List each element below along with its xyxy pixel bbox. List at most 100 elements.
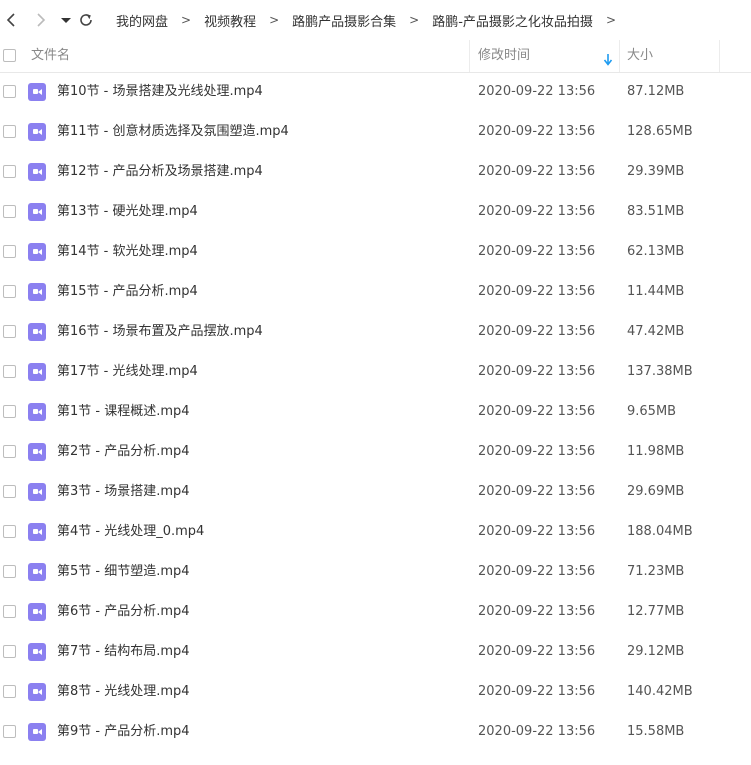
breadcrumb-item[interactable]: 路鹏-产品摄影之化妆品拍摄 [432, 11, 593, 30]
file-size: 62.13MB [627, 244, 685, 259]
file-row[interactable]: 第13节 - 硬光处理.mp4 2020-09-22 13:56 83.51MB [0, 192, 751, 232]
row-checkbox[interactable] [3, 85, 16, 98]
file-list-header: 文件名 修改时间 大小 [0, 40, 751, 73]
row-checkbox[interactable] [3, 165, 16, 178]
file-size: 83.51MB [627, 204, 685, 219]
row-checkbox[interactable] [3, 685, 16, 698]
file-row[interactable]: 第16节 - 场景布置及产品摆放.mp4 2020-09-22 13:56 47.4… [0, 312, 751, 352]
column-divider[interactable] [619, 40, 620, 72]
refresh-icon [76, 10, 96, 30]
file-row[interactable]: 第9节 - 产品分析.mp4 2020-09-22 13:56 15.58MB [0, 712, 751, 752]
file-modified: 2020-09-22 13:56 [478, 604, 596, 619]
select-all-checkbox[interactable] [3, 49, 16, 62]
column-header-size[interactable]: 大小 [627, 40, 653, 72]
column-divider[interactable] [719, 40, 720, 72]
video-file-icon [28, 203, 46, 221]
row-checkbox[interactable] [3, 605, 16, 618]
row-checkbox[interactable] [3, 565, 16, 578]
file-size: 11.98MB [627, 444, 685, 459]
file-name[interactable]: 第1节 - 课程概述.mp4 [57, 392, 190, 432]
file-name[interactable]: 第6节 - 产品分析.mp4 [57, 592, 190, 632]
file-size: 47.42MB [627, 324, 685, 339]
file-row[interactable]: 第2节 - 产品分析.mp4 2020-09-22 13:56 11.98MB [0, 432, 751, 472]
file-modified: 2020-09-22 13:56 [478, 164, 596, 179]
column-header-modified[interactable]: 修改时间 [478, 40, 530, 72]
file-row[interactable]: 第17节 - 光线处理.mp4 2020-09-22 13:56 137.38MB [0, 352, 751, 392]
forward-button[interactable] [30, 10, 50, 30]
row-checkbox[interactable] [3, 485, 16, 498]
file-name[interactable]: 第11节 - 创意材质选择及氛围塑造.mp4 [57, 112, 289, 152]
row-checkbox[interactable] [3, 645, 16, 658]
sort-desc-icon[interactable] [603, 51, 613, 70]
history-dropdown-button[interactable] [56, 10, 76, 30]
row-checkbox[interactable] [3, 285, 16, 298]
file-name[interactable]: 第7节 - 结构布局.mp4 [57, 632, 190, 672]
row-checkbox[interactable] [3, 445, 16, 458]
file-name[interactable]: 第16节 - 场景布置及产品摆放.mp4 [57, 312, 263, 352]
column-divider[interactable] [469, 40, 470, 72]
video-file-icon [28, 723, 46, 741]
refresh-button[interactable] [76, 10, 96, 30]
breadcrumb-separator: > [181, 13, 192, 27]
file-size: 11.44MB [627, 284, 685, 299]
file-modified: 2020-09-22 13:56 [478, 84, 596, 99]
file-modified: 2020-09-22 13:56 [478, 324, 596, 339]
caret-down-icon [56, 10, 76, 30]
video-file-icon [28, 643, 46, 661]
video-file-icon [28, 163, 46, 181]
file-size: 128.65MB [627, 124, 693, 139]
file-name[interactable]: 第13节 - 硬光处理.mp4 [57, 192, 198, 232]
video-file-icon [28, 443, 46, 461]
file-name[interactable]: 第2节 - 产品分析.mp4 [57, 432, 190, 472]
video-file-icon [28, 83, 46, 101]
file-row[interactable]: 第15节 - 产品分析.mp4 2020-09-22 13:56 11.44MB [0, 272, 751, 312]
file-row[interactable]: 第4节 - 光线处理_0.mp4 2020-09-22 13:56 188.04MB [0, 512, 751, 552]
file-name[interactable]: 第9节 - 产品分析.mp4 [57, 712, 190, 752]
file-row[interactable]: 第8节 - 光线处理.mp4 2020-09-22 13:56 140.42MB [0, 672, 751, 712]
file-name[interactable]: 第12节 - 产品分析及场景搭建.mp4 [57, 152, 263, 192]
file-row[interactable]: 第1节 - 课程概述.mp4 2020-09-22 13:56 9.65MB [0, 392, 751, 432]
column-header-name[interactable]: 文件名 [31, 40, 70, 72]
file-row[interactable]: 第5节 - 细节塑造.mp4 2020-09-22 13:56 71.23MB [0, 552, 751, 592]
breadcrumb-item[interactable]: 路鹏产品摄影合集 [292, 11, 396, 30]
video-file-icon [28, 523, 46, 541]
video-file-icon [28, 123, 46, 141]
video-file-icon [28, 243, 46, 261]
row-checkbox[interactable] [3, 525, 16, 538]
file-row[interactable]: 第7节 - 结构布局.mp4 2020-09-22 13:56 29.12MB [0, 632, 751, 672]
back-button[interactable] [2, 10, 22, 30]
file-name[interactable]: 第3节 - 场景搭建.mp4 [57, 472, 190, 512]
file-row[interactable]: 第11节 - 创意材质选择及氛围塑造.mp4 2020-09-22 13:56 12… [0, 112, 751, 152]
breadcrumb-item[interactable]: 我的网盘 [116, 11, 168, 30]
file-name[interactable]: 第10节 - 场景搭建及光线处理.mp4 [57, 72, 263, 112]
file-name[interactable]: 第14节 - 软光处理.mp4 [57, 232, 198, 272]
file-name[interactable]: 第8节 - 光线处理.mp4 [57, 672, 190, 712]
file-row[interactable]: 第12节 - 产品分析及场景搭建.mp4 2020-09-22 13:56 29.3… [0, 152, 751, 192]
breadcrumb: 我的网盘 > 视频教程 > 路鹏产品摄影合集 > 路鹏-产品摄影之化妆品拍摄 > [116, 0, 629, 40]
row-checkbox[interactable] [3, 725, 16, 738]
file-row[interactable]: 第3节 - 场景搭建.mp4 2020-09-22 13:56 29.69MB [0, 472, 751, 512]
file-name[interactable]: 第5节 - 细节塑造.mp4 [57, 552, 190, 592]
row-checkbox[interactable] [3, 245, 16, 258]
file-size: 9.65MB [627, 404, 677, 419]
file-row[interactable]: 第10节 - 场景搭建及光线处理.mp4 2020-09-22 13:56 87.1… [0, 72, 751, 112]
file-name[interactable]: 第15节 - 产品分析.mp4 [57, 272, 198, 312]
file-row[interactable]: 第14节 - 软光处理.mp4 2020-09-22 13:56 62.13MB [0, 232, 751, 272]
row-checkbox[interactable] [3, 325, 16, 338]
file-size: 29.39MB [627, 164, 685, 179]
file-name[interactable]: 第4节 - 光线处理_0.mp4 [57, 512, 204, 552]
breadcrumb-separator: > [269, 13, 280, 27]
video-file-icon [28, 603, 46, 621]
row-checkbox[interactable] [3, 205, 16, 218]
file-list: 第10节 - 场景搭建及光线处理.mp4 2020-09-22 13:56 87.1… [0, 72, 751, 752]
row-checkbox[interactable] [3, 405, 16, 418]
row-checkbox[interactable] [3, 125, 16, 138]
row-checkbox[interactable] [3, 365, 16, 378]
file-name[interactable]: 第17节 - 光线处理.mp4 [57, 352, 198, 392]
file-row[interactable]: 第6节 - 产品分析.mp4 2020-09-22 13:56 12.77MB [0, 592, 751, 632]
breadcrumb-item[interactable]: 视频教程 [204, 11, 256, 30]
file-modified: 2020-09-22 13:56 [478, 444, 596, 459]
video-file-icon [28, 323, 46, 341]
file-modified: 2020-09-22 13:56 [478, 484, 596, 499]
file-size: 71.23MB [627, 564, 685, 579]
